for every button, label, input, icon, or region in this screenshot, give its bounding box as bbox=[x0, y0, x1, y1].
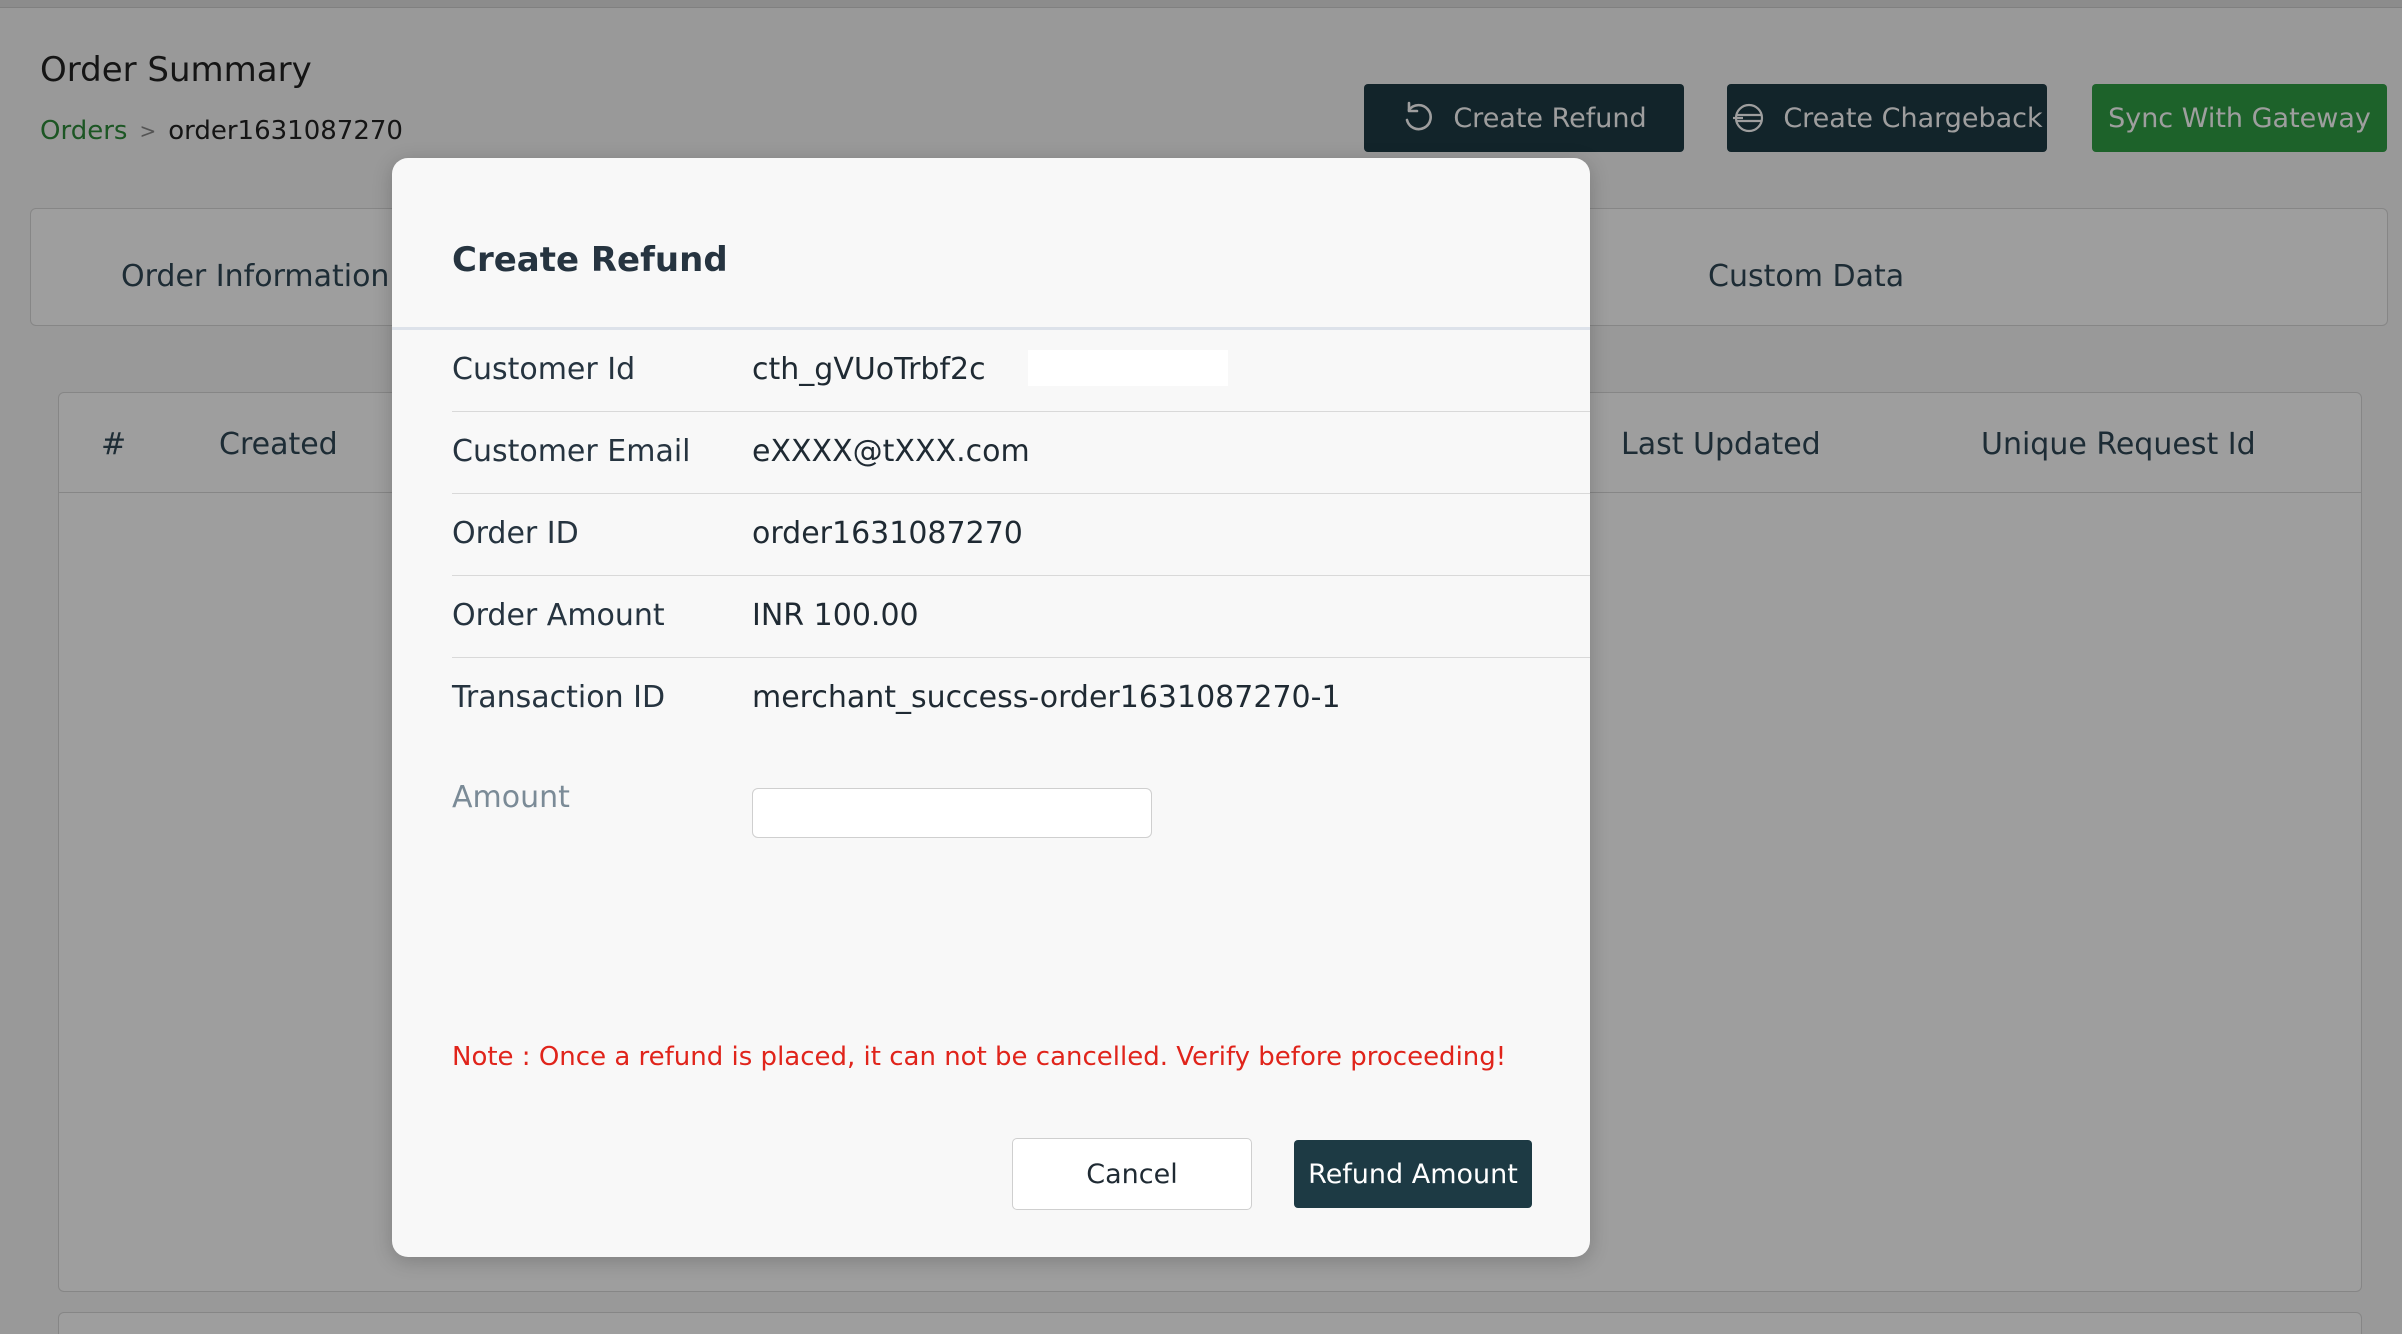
amount-label: Amount bbox=[452, 780, 570, 815]
detail-label: Customer Email bbox=[452, 434, 691, 469]
detail-value: cth_gVUoTrbf2c bbox=[752, 352, 986, 387]
detail-value: eXXXX@tXXX.com bbox=[752, 434, 1030, 469]
detail-label: Transaction ID bbox=[452, 680, 666, 715]
detail-row-order-amount: Order Amount INR 100.00 bbox=[452, 576, 1590, 658]
detail-value: merchant_success-order1631087270-1 bbox=[752, 680, 1341, 715]
refund-warning-note: Note : Once a refund is placed, it can n… bbox=[452, 1042, 1507, 1072]
cancel-button[interactable]: Cancel bbox=[1012, 1138, 1252, 1210]
detail-row-order-id: Order ID order1631087270 bbox=[452, 494, 1590, 576]
modal-header: Create Refund bbox=[392, 158, 1590, 330]
refund-details: Customer Id cth_gVUoTrbf2c Customer Emai… bbox=[452, 330, 1590, 740]
detail-row-customer-id: Customer Id cth_gVUoTrbf2c bbox=[452, 330, 1590, 412]
detail-label: Order ID bbox=[452, 516, 579, 551]
detail-row-transaction-id: Transaction ID merchant_success-order163… bbox=[452, 658, 1590, 740]
redaction-box bbox=[1028, 350, 1228, 386]
detail-label: Customer Id bbox=[452, 352, 636, 387]
amount-input[interactable] bbox=[752, 788, 1152, 838]
create-refund-modal: Create Refund Customer Id cth_gVUoTrbf2c… bbox=[392, 158, 1590, 1257]
detail-row-customer-email: Customer Email eXXXX@tXXX.com bbox=[452, 412, 1590, 494]
detail-value: order1631087270 bbox=[752, 516, 1023, 551]
modal-title: Create Refund bbox=[452, 240, 728, 280]
refund-amount-button[interactable]: Refund Amount bbox=[1294, 1140, 1532, 1208]
detail-label: Order Amount bbox=[452, 598, 665, 633]
detail-value: INR 100.00 bbox=[752, 598, 919, 633]
